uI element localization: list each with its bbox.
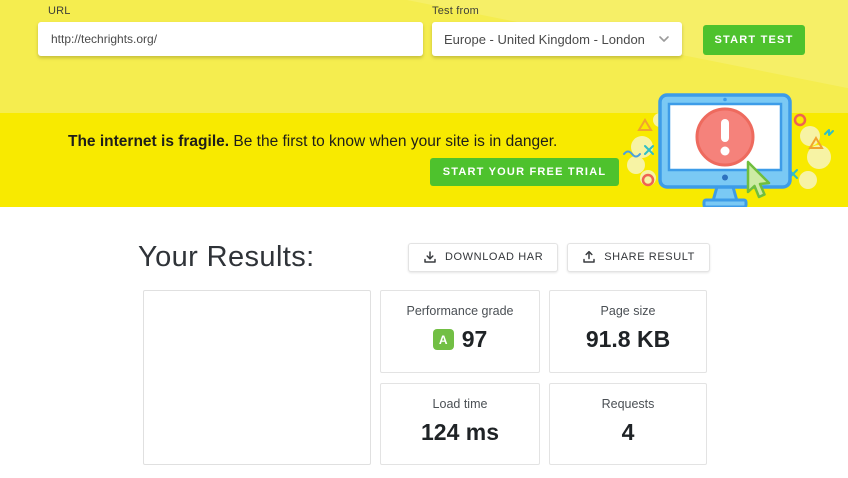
performance-grade-card: Performance grade A 97 (380, 290, 540, 373)
monitor-alert-illustration (620, 92, 848, 210)
chevron-down-icon (658, 35, 670, 43)
triangle-shape (637, 118, 653, 131)
performance-grade-value: 97 (461, 326, 488, 352)
test-location-select[interactable]: Europe - United Kingdom - London (432, 22, 682, 56)
page-size-card: Page size 91.8 KB (549, 290, 707, 373)
url-label: URL (48, 5, 71, 17)
download-har-label: DOWNLOAD HAR (444, 251, 544, 263)
banner-headline-bold: The internet is fragile. (68, 133, 230, 150)
url-input[interactable] (38, 22, 423, 56)
page-title: Your Results: (138, 241, 315, 273)
results-actions: DOWNLOAD HAR SHARE RESULT (407, 242, 710, 272)
banner-headline-rest: Be the first to know when your site is i… (233, 133, 558, 150)
load-time-card: Load time 124 ms (380, 382, 540, 465)
share-result-label: SHARE RESULT (604, 251, 695, 263)
performance-grade-label: Performance grade (406, 304, 514, 318)
result-cards: Performance grade A 97 Page size 91.8 KB… (143, 290, 707, 465)
start-free-trial-button[interactable]: START YOUR FREE TRIAL (430, 158, 619, 186)
alert-icon (695, 107, 755, 167)
requests-card: Requests 4 (549, 382, 707, 465)
map-placeholder-card (143, 290, 371, 465)
page-size-label: Page size (600, 304, 656, 318)
start-test-button[interactable]: START TEST (703, 25, 805, 55)
promo-banner: The internet is fragile. Be the first to… (0, 93, 848, 209)
load-time-label: Load time (432, 396, 488, 411)
page-size-value: 91.8 KB (585, 326, 671, 352)
results-section: Your Results: DOWNLOAD HAR SHARE RESULT … (0, 207, 848, 478)
share-icon (582, 250, 596, 264)
metric-grid: Performance grade A 97 Page size 91.8 KB… (380, 290, 707, 465)
requests-value: 4 (621, 418, 635, 445)
share-result-button[interactable]: SHARE RESULT (567, 242, 710, 272)
download-icon (423, 250, 437, 264)
requests-label: Requests (601, 396, 655, 411)
load-time-value: 124 ms (420, 418, 499, 445)
grade-badge: A (432, 329, 454, 350)
test-from-label: Test from (432, 5, 480, 17)
speed-test-page: URL Test from Europe - United Kingdom - … (0, 0, 848, 478)
results-header: Your Results: DOWNLOAD HAR SHARE RESULT (138, 240, 710, 274)
download-har-button[interactable]: DOWNLOAD HAR (407, 242, 559, 272)
test-location-value: Europe - United Kingdom - London (444, 31, 645, 47)
banner-headline: The internet is fragile. Be the first to… (68, 132, 628, 152)
